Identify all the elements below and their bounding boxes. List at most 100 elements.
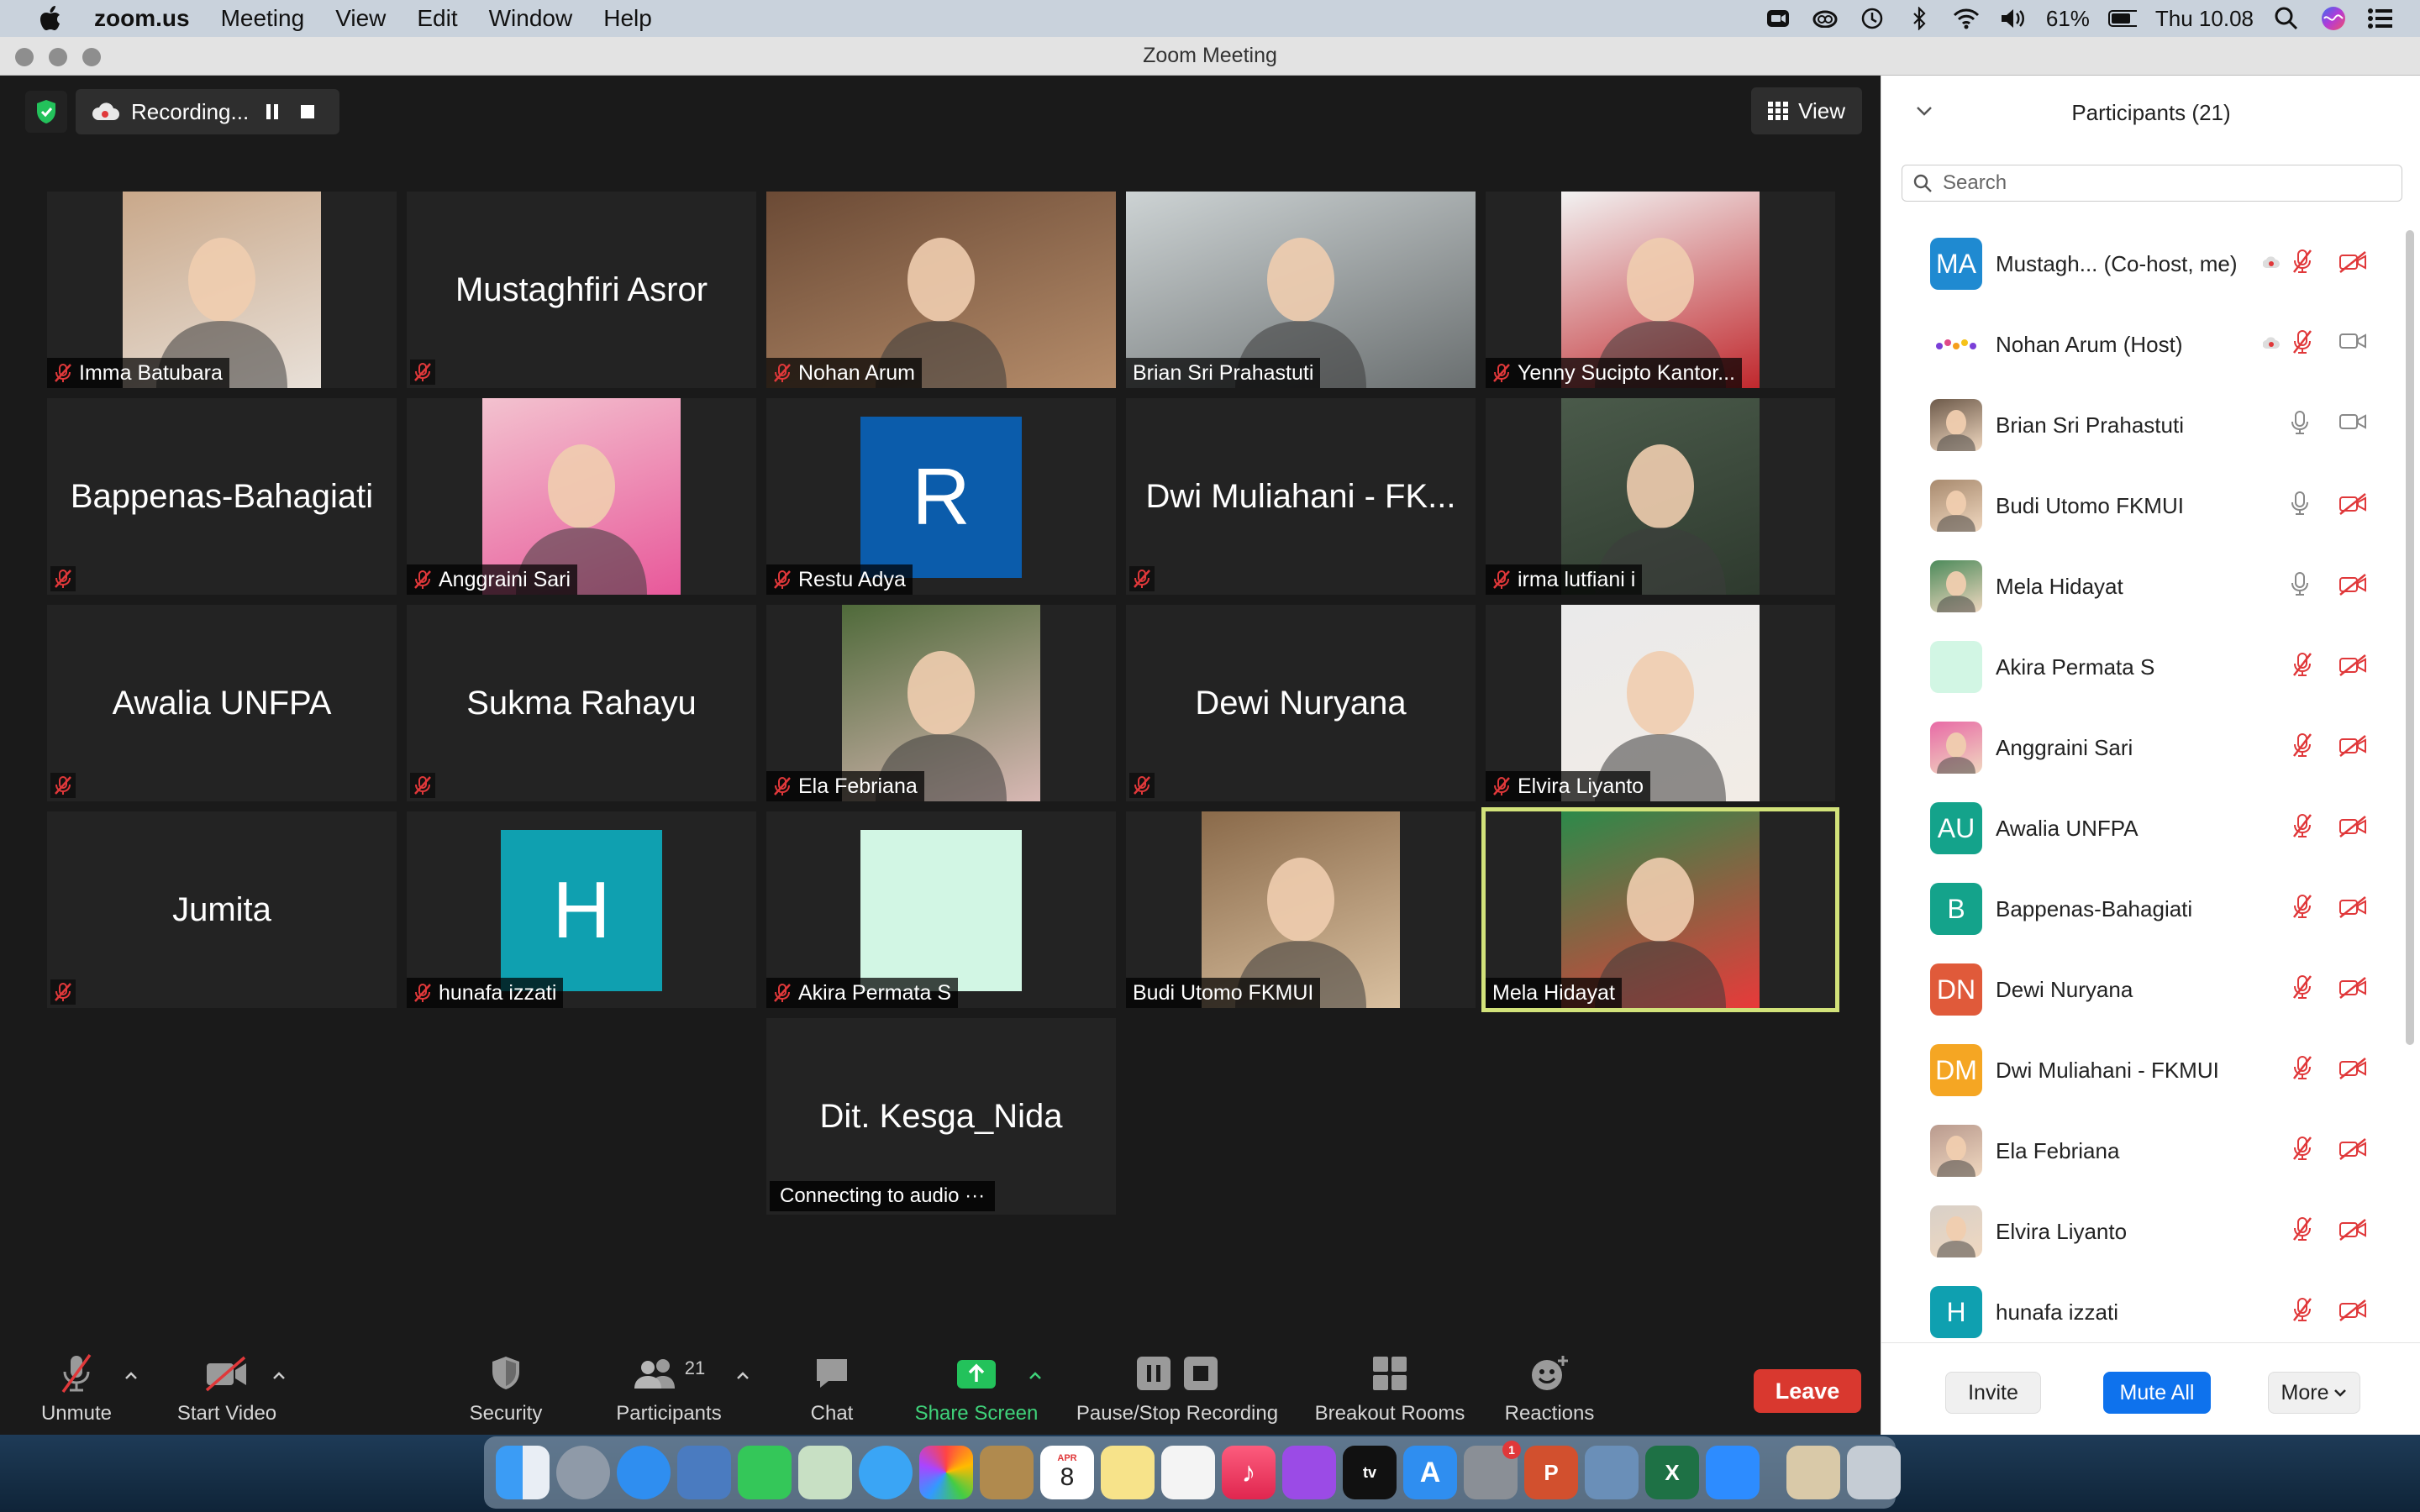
messages-icon[interactable] [859, 1446, 913, 1499]
participants-caret-icon[interactable] [734, 1368, 751, 1384]
pause-stop-recording-button[interactable]: Pause/Stop Recording [1067, 1342, 1287, 1435]
menu-app-name[interactable]: zoom.us [94, 5, 190, 32]
menu-window[interactable]: Window [489, 5, 573, 32]
participant-row[interactable]: Elvira Liyanto [1881, 1191, 2402, 1272]
calendar-icon[interactable]: APR 8 [1040, 1446, 1094, 1499]
breakout-rooms-button[interactable]: Breakout Rooms [1307, 1342, 1472, 1435]
app-store-icon[interactable]: A [1403, 1446, 1457, 1499]
video-off-icon[interactable] [2338, 895, 2369, 919]
mic-icon[interactable] [2291, 571, 2308, 596]
image-capture-icon[interactable] [1585, 1446, 1639, 1499]
participant-row[interactable]: AU Awalia UNFPA [1881, 788, 2402, 869]
video-tile[interactable]: Jumita [47, 811, 397, 1008]
spotlight-icon[interactable] [2272, 4, 2301, 33]
trash-icon[interactable] [1847, 1446, 1901, 1499]
video-tile[interactable]: Mela Hidayat [1481, 807, 1839, 1012]
mute-all-button[interactable]: Mute All [2103, 1372, 2211, 1414]
participant-row[interactable]: Nohan Arum (Host) [1881, 304, 2402, 385]
video-icon[interactable] [2338, 331, 2367, 351]
participant-row[interactable]: Ela Febriana [1881, 1110, 2402, 1191]
video-tile[interactable]: irma lutfiani i [1486, 398, 1835, 595]
participant-row[interactable]: Brian Sri Prahastuti [1881, 385, 2402, 465]
video-off-icon[interactable] [2338, 250, 2369, 274]
muted-mic-icon[interactable] [2291, 894, 2313, 919]
video-tile[interactable]: Dit. Kesga_Nida Connecting to audio ··· [766, 1018, 1116, 1215]
leave-button[interactable]: Leave [1754, 1369, 1861, 1413]
participant-row[interactable]: B Bappenas-Bahagiati [1881, 869, 2402, 949]
apple-icon[interactable] [32, 0, 69, 37]
view-button[interactable]: View [1751, 87, 1862, 134]
video-off-icon[interactable] [2338, 492, 2369, 516]
downloads-stack-icon[interactable] [1786, 1446, 1840, 1499]
more-button[interactable]: More [2268, 1372, 2360, 1414]
encryption-shield-icon[interactable] [25, 91, 67, 133]
share-screen-button[interactable]: Share Screen [909, 1342, 1044, 1435]
participants-button[interactable]: 21 Participants [607, 1342, 731, 1435]
participant-row[interactable]: DM Dwi Muliahani - FKMUI [1881, 1030, 2402, 1110]
volume-icon[interactable] [1999, 4, 2028, 33]
zoom-dock-icon[interactable] [1706, 1446, 1760, 1499]
menu-edit[interactable]: Edit [417, 5, 457, 32]
participant-row[interactable]: Anggraini Sari [1881, 707, 2402, 788]
unmute-button[interactable]: Unmute [34, 1342, 119, 1435]
wifi-icon[interactable] [1952, 4, 1981, 33]
photos-icon[interactable] [919, 1446, 973, 1499]
menu-meeting[interactable]: Meeting [221, 5, 305, 32]
video-tile[interactable]: Yenny Sucipto Kantor... [1486, 192, 1835, 388]
video-tile[interactable]: Awalia UNFPA [47, 605, 397, 801]
siri-icon[interactable] [2319, 4, 2348, 33]
video-tile[interactable]: Imma Batubara [47, 192, 397, 388]
muted-mic-icon[interactable] [2291, 1055, 2313, 1080]
video-icon[interactable] [2338, 412, 2367, 432]
muted-mic-icon[interactable] [2291, 813, 2313, 838]
video-off-icon[interactable] [2338, 976, 2369, 1000]
creative-cloud-icon[interactable] [1811, 4, 1839, 33]
menu-help[interactable]: Help [603, 5, 652, 32]
video-off-icon[interactable] [2338, 1137, 2369, 1161]
battery-icon[interactable] [2107, 4, 2137, 33]
mic-icon[interactable] [2291, 410, 2308, 435]
share-options-caret-icon[interactable] [1027, 1368, 1044, 1384]
pause-recording-button[interactable] [260, 100, 284, 123]
video-tile[interactable]: Budi Utomo FKMUI [1126, 811, 1476, 1008]
contacts-icon[interactable] [980, 1446, 1034, 1499]
clock[interactable]: Thu 10.08 [2155, 6, 2254, 32]
video-tile[interactable]: Anggraini Sari [407, 398, 756, 595]
video-tile[interactable]: R Restu Adya [766, 398, 1116, 595]
participant-search[interactable] [1902, 165, 2402, 202]
maps-icon[interactable] [798, 1446, 852, 1499]
muted-mic-icon[interactable] [2291, 329, 2313, 354]
start-video-button[interactable]: Start Video [168, 1342, 286, 1435]
reminders-icon[interactable] [1161, 1446, 1215, 1499]
preview-icon[interactable] [677, 1446, 731, 1499]
stop-recording-button[interactable] [296, 100, 319, 123]
excel-icon[interactable]: X [1645, 1446, 1699, 1499]
video-off-icon[interactable] [2338, 734, 2369, 758]
video-tile[interactable]: Ela Febriana [766, 605, 1116, 801]
launchpad-icon[interactable] [556, 1446, 610, 1499]
powerpoint-icon[interactable]: P [1524, 1446, 1578, 1499]
audio-options-caret-icon[interactable] [123, 1368, 139, 1384]
system-preferences-icon[interactable]: 1 [1464, 1441, 1521, 1499]
collapse-chevron-icon[interactable] [1915, 104, 1933, 118]
time-machine-icon[interactable] [1858, 4, 1886, 33]
bluetooth-icon[interactable] [1905, 4, 1933, 33]
video-options-caret-icon[interactable] [271, 1368, 287, 1384]
music-icon[interactable]: ♪ [1222, 1446, 1276, 1499]
muted-mic-icon[interactable] [2291, 249, 2313, 274]
video-tile[interactable]: Dwi Muliahani - FK... [1126, 398, 1476, 595]
minimize-window-button[interactable] [49, 48, 67, 66]
zoom-window-button[interactable] [82, 48, 101, 66]
podcasts-icon[interactable] [1282, 1446, 1336, 1499]
video-tile[interactable]: Sukma Rahayu [407, 605, 756, 801]
video-off-icon[interactable] [2338, 1057, 2369, 1080]
video-off-icon[interactable] [2338, 573, 2369, 596]
video-off-icon[interactable] [2338, 1218, 2369, 1242]
muted-mic-icon[interactable] [2291, 1136, 2313, 1161]
video-tile[interactable]: Nohan Arum [766, 192, 1116, 388]
menu-view[interactable]: View [335, 5, 386, 32]
participant-list-scrollbar[interactable] [2406, 230, 2414, 1045]
video-tile[interactable]: Bappenas-Bahagiati [47, 398, 397, 595]
video-tile[interactable]: Akira Permata S [766, 811, 1116, 1008]
video-off-icon[interactable] [2338, 815, 2369, 838]
